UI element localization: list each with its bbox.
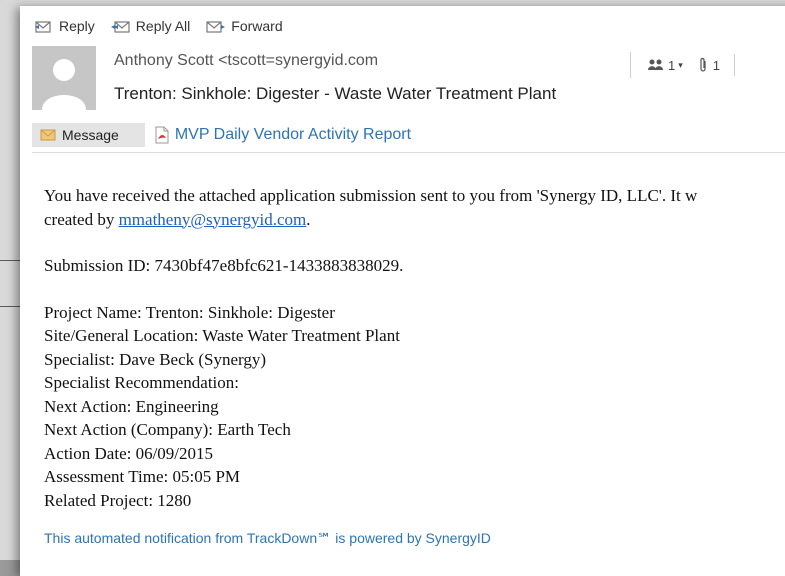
field-site-location: Site/General Location: Waste Water Treat… bbox=[44, 326, 400, 345]
chevron-down-icon: ▾ bbox=[678, 59, 683, 70]
field-project-name: Project Name: Trenton: Sinkhole: Digeste… bbox=[44, 302, 335, 322]
background-divider bbox=[0, 306, 22, 307]
meta-divider bbox=[734, 54, 735, 76]
message-header: Anthony Scott <tscott=synergyid.com Tren… bbox=[20, 46, 785, 114]
envelope-icon bbox=[40, 129, 56, 141]
sender-address: Anthony Scott <tscott=synergyid.com bbox=[114, 52, 379, 69]
message-meta: 1 ▾ 1 bbox=[630, 52, 735, 78]
intro-line-2: created by mmatheny@synergyid.com. bbox=[44, 208, 785, 232]
tab-message-label: Message bbox=[62, 127, 119, 143]
forward-label: Forward bbox=[231, 18, 283, 34]
field-action-date: Action Date: 06/09/2015 bbox=[44, 443, 214, 463]
field-related-project: Related Project: 1280 bbox=[44, 490, 192, 510]
reply-all-label: Reply All bbox=[135, 18, 191, 34]
reply-icon bbox=[34, 18, 54, 34]
paperclip-icon bbox=[700, 57, 706, 72]
attachment-count: 1 bbox=[712, 57, 720, 73]
people-count-button[interactable]: 1 ▾ bbox=[647, 58, 683, 73]
field-next-action-company: Next Action (Company): Earth Tech bbox=[44, 420, 291, 439]
people-icon bbox=[648, 59, 663, 70]
forward-button[interactable]: Forward bbox=[206, 18, 283, 34]
automated-notification-footer: This automated notification from TrackDo… bbox=[44, 530, 491, 546]
message-body: You have received the attached applicati… bbox=[44, 184, 785, 512]
intro-prefix: created by bbox=[44, 209, 119, 229]
forward-icon bbox=[206, 18, 226, 34]
pdf-file-icon bbox=[155, 126, 169, 144]
people-count: 1 bbox=[668, 57, 676, 73]
reply-all-icon bbox=[110, 18, 131, 34]
header-divider bbox=[32, 152, 785, 153]
field-assessment-time: Assessment Time: 05:05 PM bbox=[44, 467, 241, 486]
creator-email-link[interactable]: mmatheny@synergyid.com bbox=[119, 210, 307, 229]
field-specialist: Specialist: Dave Beck (Synergy) bbox=[44, 349, 267, 369]
attachment-label: MVP Daily Vendor Activity Report bbox=[174, 126, 412, 143]
reply-all-button[interactable]: Reply All bbox=[110, 18, 191, 34]
submission-id: Submission ID: 7430bf47e8bfc621-14338838… bbox=[44, 256, 404, 275]
field-next-action: Next Action: Engineering bbox=[44, 396, 219, 416]
intro-line-1: You have received the attached applicati… bbox=[44, 186, 698, 205]
attachment-tab[interactable]: MVP Daily Vendor Activity Report bbox=[155, 126, 411, 144]
message-subject: Trenton: Sinkhole: Digester - Waste Wate… bbox=[114, 84, 557, 103]
background-divider bbox=[0, 260, 22, 261]
person-placeholder-icon bbox=[42, 59, 86, 110]
tab-message[interactable]: Message bbox=[32, 123, 145, 147]
attachment-count-button[interactable]: 1 bbox=[697, 57, 720, 73]
email-reading-pane: Reply Reply All Forward Anthony Scott <t… bbox=[20, 6, 785, 576]
message-tabs: Message MVP Daily Vendor Activity Report bbox=[32, 122, 411, 148]
field-specialist-recommendation: Specialist Recommendation: bbox=[44, 373, 239, 392]
avatar bbox=[32, 46, 96, 110]
reply-button[interactable]: Reply bbox=[34, 18, 95, 34]
reply-label: Reply bbox=[59, 18, 95, 34]
intro-suffix: . bbox=[306, 209, 311, 229]
message-toolbar: Reply Reply All Forward bbox=[20, 6, 785, 46]
